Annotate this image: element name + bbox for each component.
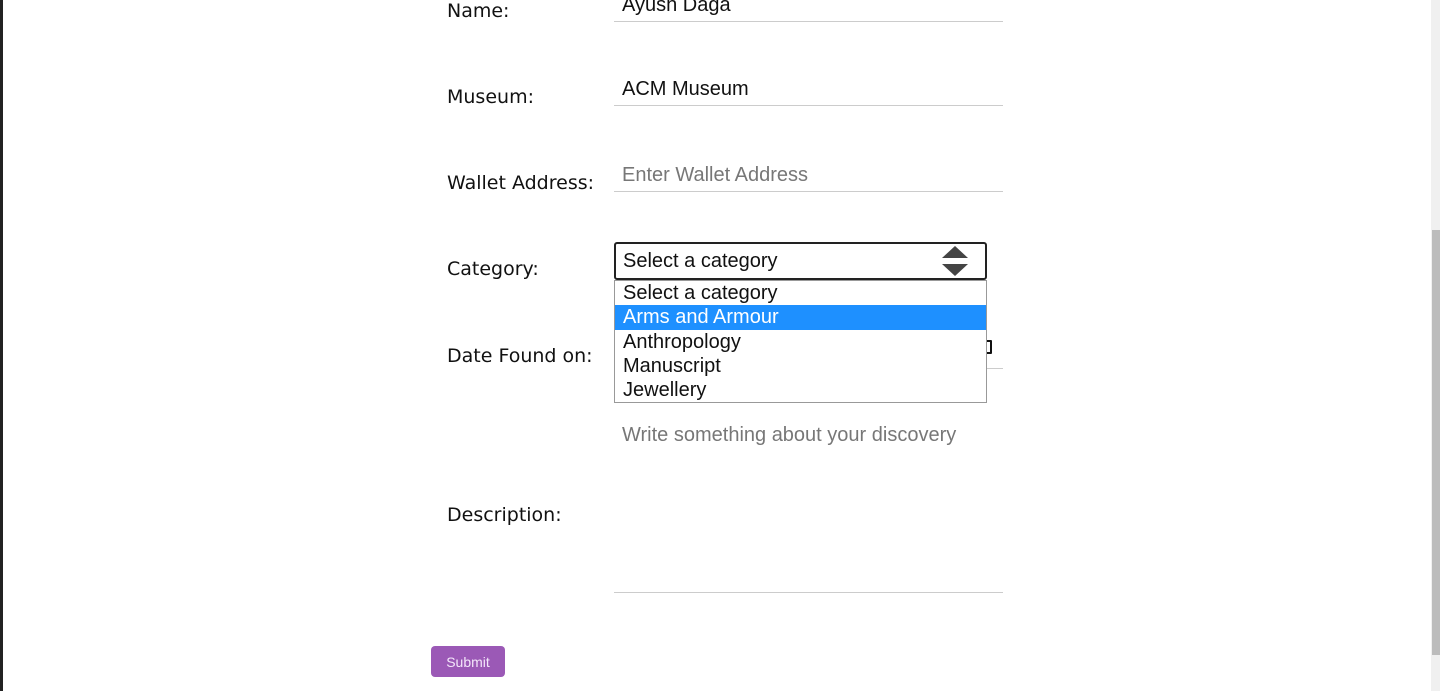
category-option[interactable]: Manuscript: [615, 354, 986, 378]
category-option[interactable]: Anthropology: [615, 330, 986, 354]
description-textarea[interactable]: Write something about your discovery: [614, 412, 1003, 593]
category-option-highlighted[interactable]: Arms and Armour: [615, 305, 986, 330]
description-label: Description:: [447, 504, 562, 526]
wallet-label: Wallet Address:: [447, 172, 595, 194]
submit-button[interactable]: Submit: [431, 646, 505, 677]
select-arrows-icon: [942, 246, 968, 276]
window-edge: [0, 0, 3, 691]
museum-input[interactable]: ACM Museum: [614, 72, 1003, 106]
category-option[interactable]: Select a category: [615, 281, 986, 305]
wallet-input[interactable]: Enter Wallet Address: [614, 158, 1003, 192]
scrollbar-thumb[interactable]: [1432, 230, 1440, 655]
category-select[interactable]: Select a category: [614, 242, 987, 280]
category-option[interactable]: Jewellery: [615, 378, 986, 402]
date-label: Date Found on:: [447, 345, 593, 367]
museum-label: Museum:: [447, 86, 534, 108]
name-input[interactable]: Ayush Daga: [614, 0, 1003, 22]
name-label: Name:: [447, 0, 510, 22]
category-dropdown-list: Select a category Arms and Armour Anthro…: [614, 280, 987, 403]
category-label: Category:: [447, 258, 539, 280]
category-selected: Select a category: [623, 250, 778, 272]
